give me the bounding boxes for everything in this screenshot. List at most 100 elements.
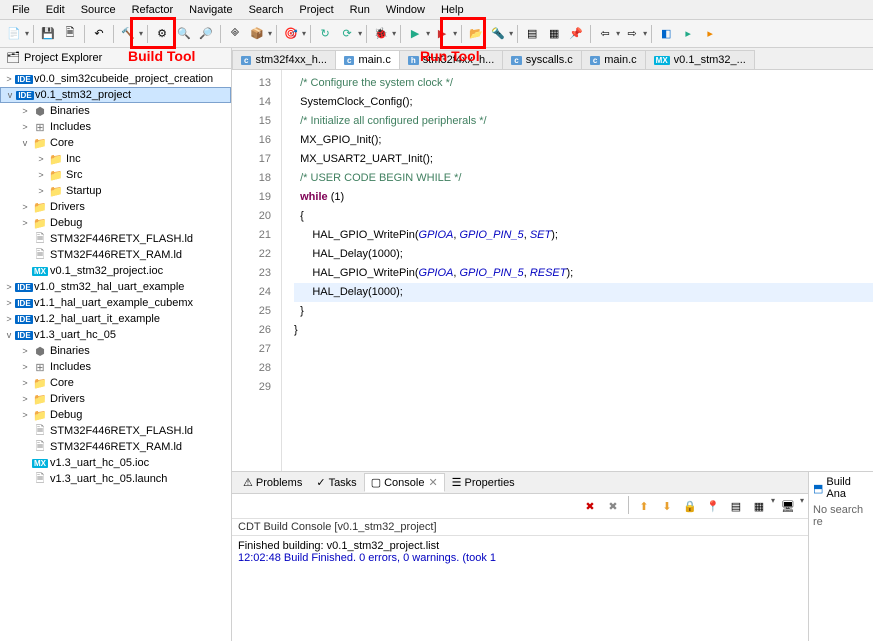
target-button[interactable]: 🎯 — [281, 24, 301, 44]
save-all-button[interactable]: 🗎 — [60, 24, 80, 44]
menu-refactor[interactable]: Refactor — [124, 2, 182, 18]
plugin3-button[interactable]: ▸ — [700, 24, 720, 44]
open-folder-button[interactable]: 📂 — [466, 24, 486, 44]
outline-button[interactable]: ▤ — [522, 24, 542, 44]
console-stop-icon[interactable]: ✖ — [580, 496, 600, 516]
console-tab-tasks[interactable]: ✓Tasks — [309, 473, 363, 492]
console-display-icon[interactable]: 🖥 — [778, 496, 798, 516]
menu-help[interactable]: Help — [433, 2, 472, 18]
tree-item[interactable]: >📁Drivers — [0, 199, 231, 215]
console-up-icon[interactable]: ⬆ — [634, 496, 654, 516]
editor-tab[interactable]: cstm32f4xx_h... — [232, 50, 336, 69]
tree-item[interactable]: >📁Startup — [0, 183, 231, 199]
tree-toggle-icon[interactable]: > — [36, 186, 46, 196]
menu-run[interactable]: Run — [342, 2, 378, 18]
tree-toggle-icon[interactable]: > — [20, 106, 30, 116]
close-icon[interactable]: ✕ — [428, 476, 437, 489]
forward-button[interactable]: ⇨ — [622, 24, 642, 44]
console-lock-icon[interactable]: 🔒 — [680, 496, 700, 516]
tree-item[interactable]: vIDEv0.1_stm32_project — [0, 87, 231, 103]
tree-item[interactable]: >⊞Includes — [0, 119, 231, 135]
tree-toggle-icon[interactable]: > — [36, 170, 46, 180]
console-output[interactable]: Finished building: v0.1_stm32_project.li… — [232, 536, 808, 641]
refresh-all-button[interactable]: ⟳ — [337, 24, 357, 44]
editor-tab[interactable]: hstm32f4xx_h... — [399, 50, 503, 69]
project-tree[interactable]: >IDEv0.0_sim32cubeide_project_creationvI… — [0, 69, 231, 641]
tree-item[interactable]: >⬢Binaries — [0, 343, 231, 359]
tree-item[interactable]: 🗎STM32F446RETX_RAM.ld — [0, 439, 231, 455]
tree-toggle-icon[interactable]: > — [20, 410, 30, 420]
code-editor[interactable]: 1314151617181920212223242526272829 /* Co… — [232, 70, 873, 471]
tree-toggle-icon[interactable]: > — [4, 298, 14, 308]
save-button[interactable]: 💾 — [38, 24, 58, 44]
tree-item[interactable]: 🗎v1.3_uart_hc_05.launch — [0, 471, 231, 487]
tree-toggle-icon[interactable]: > — [4, 282, 14, 292]
new-button[interactable]: 📄 — [4, 24, 24, 44]
tree-item[interactable]: v📁Core — [0, 135, 231, 151]
zoom-in-icon[interactable]: 🔍 — [174, 24, 194, 44]
menu-edit[interactable]: Edit — [38, 2, 73, 18]
console-pin-icon[interactable]: 📍 — [703, 496, 723, 516]
tree-toggle-icon[interactable]: > — [20, 122, 30, 132]
config-button[interactable]: ⚙ — [152, 24, 172, 44]
tree-item[interactable]: >📁Core — [0, 375, 231, 391]
editor-tab[interactable]: cmain.c — [581, 50, 646, 69]
tree-toggle-icon[interactable]: > — [20, 378, 30, 388]
pin-button[interactable]: 📌 — [566, 24, 586, 44]
tree-toggle-icon[interactable]: > — [20, 202, 30, 212]
zoom-out-icon[interactable]: 🔎 — [196, 24, 216, 44]
console-wrap-icon[interactable]: ▤ — [726, 496, 746, 516]
tree-item[interactable]: >IDEv1.0_stm32_hal_uart_example — [0, 279, 231, 295]
back-button[interactable]: ⇦ — [595, 24, 615, 44]
wrap-button[interactable]: ▦ — [544, 24, 564, 44]
menu-source[interactable]: Source — [73, 2, 124, 18]
tree-toggle-icon[interactable]: > — [20, 394, 30, 404]
tree-item[interactable]: >📁Src — [0, 167, 231, 183]
console-tab-properties[interactable]: ☰Properties — [445, 473, 522, 492]
tree-toggle-icon[interactable]: > — [4, 314, 14, 324]
refresh-button[interactable]: ↻ — [315, 24, 335, 44]
tree-toggle-icon[interactable]: v — [4, 330, 14, 340]
plugin2-button[interactable]: ▸ — [678, 24, 698, 44]
tree-item[interactable]: 🗎STM32F446RETX_RAM.ld — [0, 247, 231, 263]
filter-button[interactable]: 🞜 — [225, 24, 245, 44]
code-text[interactable]: /* Configure the system clock */ SystemC… — [282, 70, 873, 471]
editor-tab[interactable]: csyscalls.c — [502, 50, 582, 69]
tree-toggle-icon[interactable]: v — [5, 90, 15, 100]
menu-navigate[interactable]: Navigate — [181, 2, 240, 18]
tree-toggle-icon[interactable]: > — [4, 74, 14, 84]
plugin1-button[interactable]: ◧ — [656, 24, 676, 44]
console-down-icon[interactable]: ⬇ — [657, 496, 677, 516]
run-button[interactable]: ▶ — [405, 24, 425, 44]
menu-project[interactable]: Project — [291, 2, 341, 18]
editor-tab[interactable]: cmain.c — [335, 50, 400, 69]
ext-tools-button[interactable]: ▶ — [432, 24, 452, 44]
tree-item[interactable]: >📁Inc — [0, 151, 231, 167]
package-button[interactable]: 📦 — [247, 24, 267, 44]
console-tab-problems[interactable]: ⚠Problems — [236, 473, 309, 492]
tree-item[interactable]: >IDEv1.2_hal_uart_it_example — [0, 311, 231, 327]
tree-item[interactable]: MXv0.1_stm32_project.ioc — [0, 263, 231, 279]
menu-window[interactable]: Window — [378, 2, 433, 18]
editor-tab[interactable]: MXv0.1_stm32_... — [645, 50, 755, 69]
debug-button[interactable]: 🐞 — [371, 24, 391, 44]
console-tab-console[interactable]: ▢Console ✕ — [364, 473, 445, 492]
console-open-icon[interactable]: ▦ — [749, 496, 769, 516]
menu-search[interactable]: Search — [241, 2, 292, 18]
tree-item[interactable]: >IDEv0.0_sim32cubeide_project_creation — [0, 71, 231, 87]
tree-item[interactable]: >⬢Binaries — [0, 103, 231, 119]
tree-item[interactable]: vIDEv1.3_uart_hc_05 — [0, 327, 231, 343]
tree-toggle-icon[interactable]: > — [20, 362, 30, 372]
build-button[interactable]: 🔨 — [118, 24, 138, 44]
tree-toggle-icon[interactable]: v — [20, 138, 30, 148]
tree-item[interactable]: >📁Drivers — [0, 391, 231, 407]
undo-button[interactable]: ↶ — [89, 24, 109, 44]
search-button[interactable]: 🔦 — [488, 24, 508, 44]
console-clear-icon[interactable]: ✖ — [603, 496, 623, 516]
tree-toggle-icon[interactable]: > — [20, 346, 30, 356]
tree-item[interactable]: >⊞Includes — [0, 359, 231, 375]
tree-item[interactable]: >IDEv1.1_hal_uart_example_cubemx — [0, 295, 231, 311]
menu-file[interactable]: File — [4, 2, 38, 18]
tree-toggle-icon[interactable]: > — [20, 218, 30, 228]
tree-toggle-icon[interactable]: > — [36, 154, 46, 164]
